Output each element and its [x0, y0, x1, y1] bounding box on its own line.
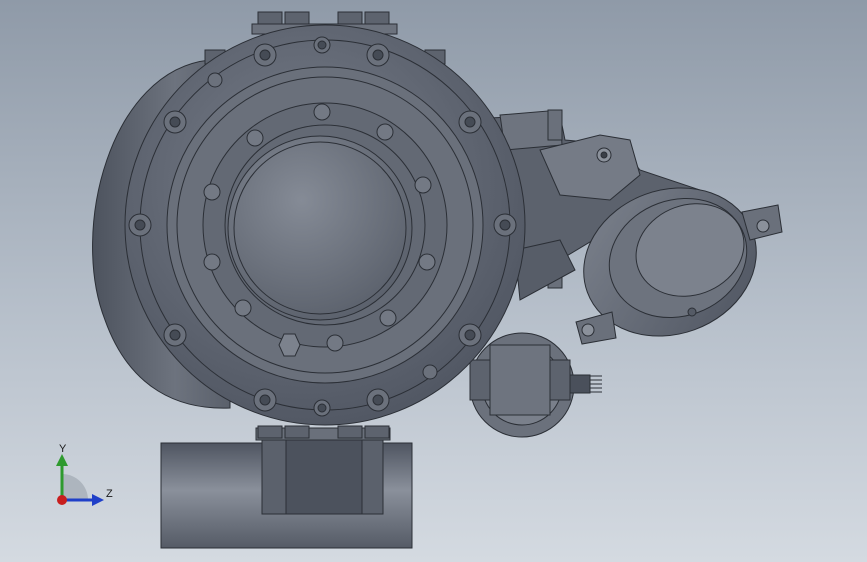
z-axis-arrowhead	[92, 494, 104, 506]
triad-quadrant	[62, 474, 88, 500]
base-tube	[160, 427, 413, 549]
robot-wrist-assembly-model[interactable]	[0, 0, 867, 562]
z-axis-label: Z	[106, 488, 113, 500]
y-axis-arrowhead	[56, 454, 68, 466]
roller-bearing	[469, 332, 602, 438]
x-axis-origin	[57, 495, 67, 505]
y-axis-label: Y	[59, 443, 67, 455]
main-flange	[124, 24, 526, 426]
coordinate-triad: Y Z	[56, 443, 113, 506]
cad-graphics-viewport[interactable]: Y Z	[0, 0, 867, 562]
